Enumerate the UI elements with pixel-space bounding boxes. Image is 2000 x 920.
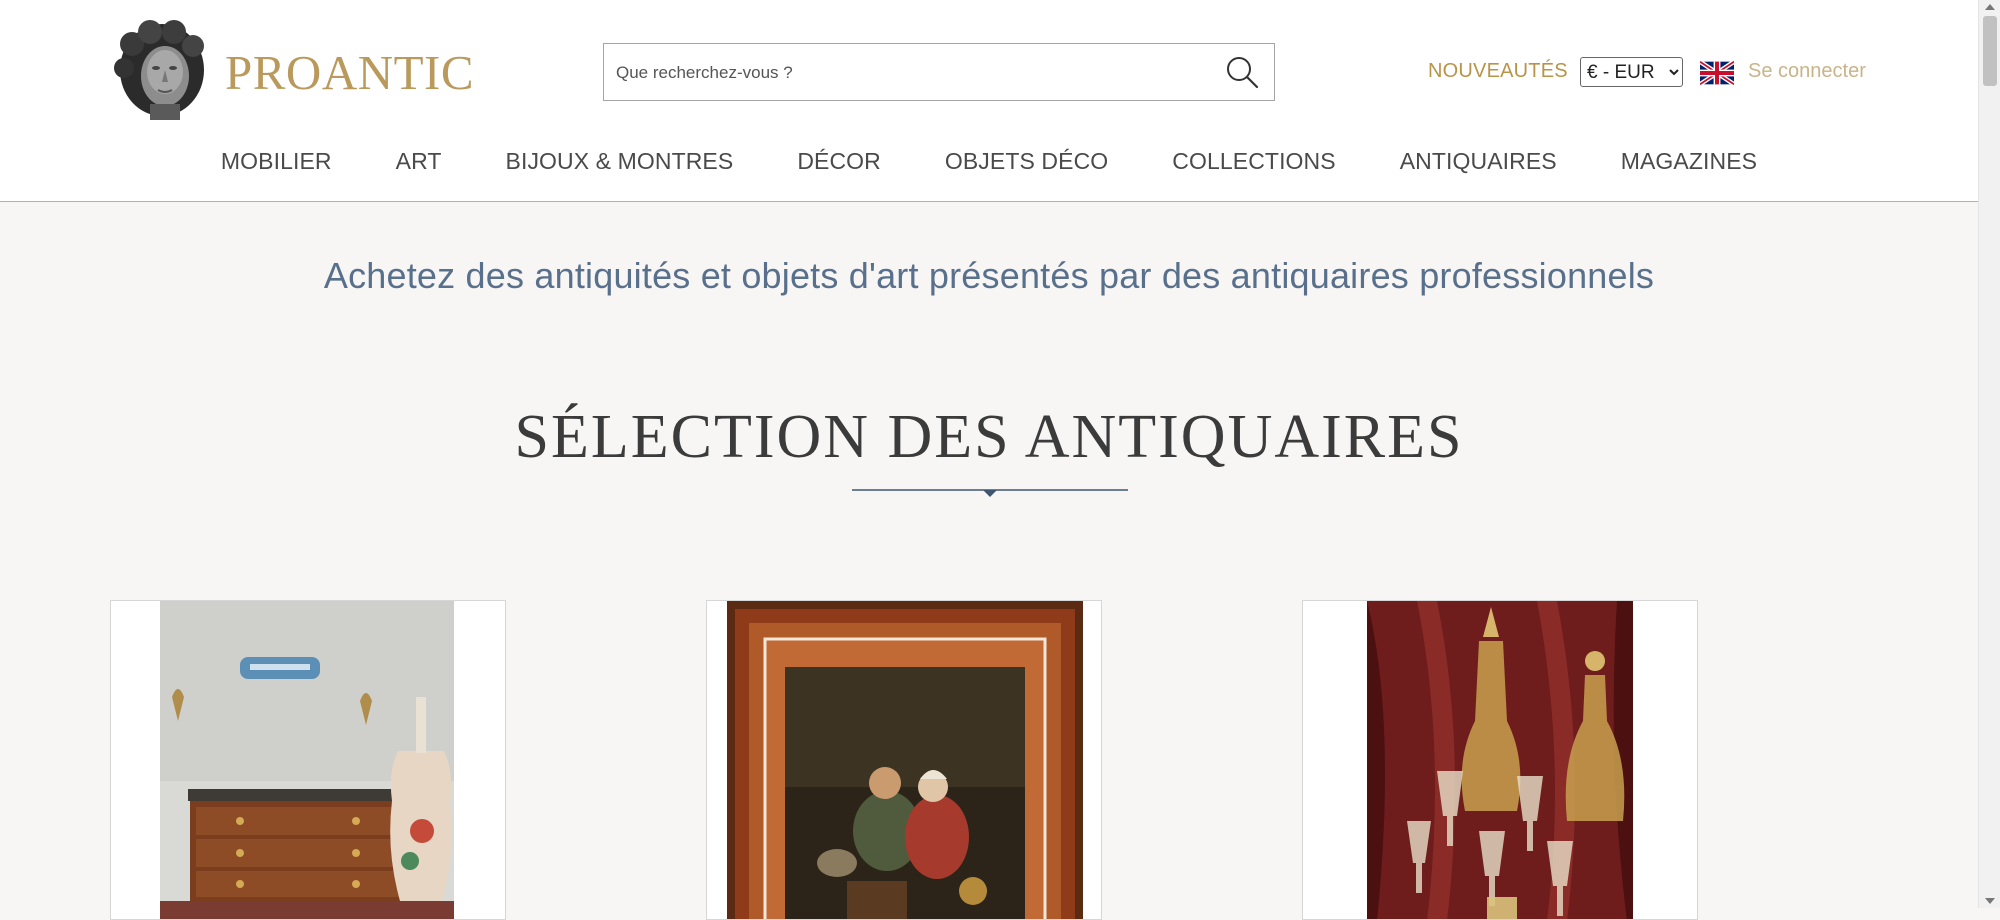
nav-item-art[interactable]: ART [364,148,474,178]
page-scrollbar[interactable] [1978,0,2000,908]
scrollbar-thumb[interactable] [1983,16,1997,86]
product-image-commode[interactable] [160,601,454,920]
scroll-up-arrow-icon[interactable] [1985,4,1995,10]
site-header: PROANTIC NOUVEAUTÉS € - EUR Se connecter… [0,0,1978,202]
product-card[interactable] [110,600,506,920]
main-nav: MOBILIER ART BIJOUX & MONTRES DÉCOR OBJE… [0,148,1978,178]
nouveautes-link[interactable]: NOUVEAUTÉS [1428,60,1568,83]
search-box [603,43,1275,102]
search-input[interactable] [614,44,1208,102]
product-card[interactable] [706,600,1102,920]
logo-text: PROANTIC [225,45,475,100]
nav-item-mobilier[interactable]: MOBILIER [189,148,364,178]
currency-select[interactable]: € - EUR [1580,57,1683,87]
product-card[interactable] [1302,600,1698,920]
section-title: SÉLECTION DES ANTIQUAIRES [514,403,1464,471]
nav-item-antiquaires[interactable]: ANTIQUAIRES [1368,148,1589,178]
uk-flag-icon[interactable] [1700,61,1734,85]
login-link[interactable]: Se connecter [1748,60,1866,83]
product-image-painting[interactable] [727,601,1083,920]
nav-item-decor[interactable]: DÉCOR [765,148,913,178]
nav-item-magazines[interactable]: MAGAZINES [1589,148,1789,178]
nav-item-objets-deco[interactable]: OBJETS DÉCO [913,148,1140,178]
section-divider [852,489,1128,497]
logo-link[interactable]: PROANTIC [110,20,510,125]
product-image-glassware[interactable] [1367,601,1633,920]
nav-item-collections[interactable]: COLLECTIONS [1140,148,1367,178]
logo-bust-icon [114,20,204,120]
scroll-down-arrow-icon[interactable] [1985,898,1995,904]
nav-item-bijoux-montres[interactable]: BIJOUX & MONTRES [474,148,766,178]
search-icon[interactable] [1224,54,1260,90]
tagline: Achetez des antiquités et objets d'art p… [323,255,1655,296]
